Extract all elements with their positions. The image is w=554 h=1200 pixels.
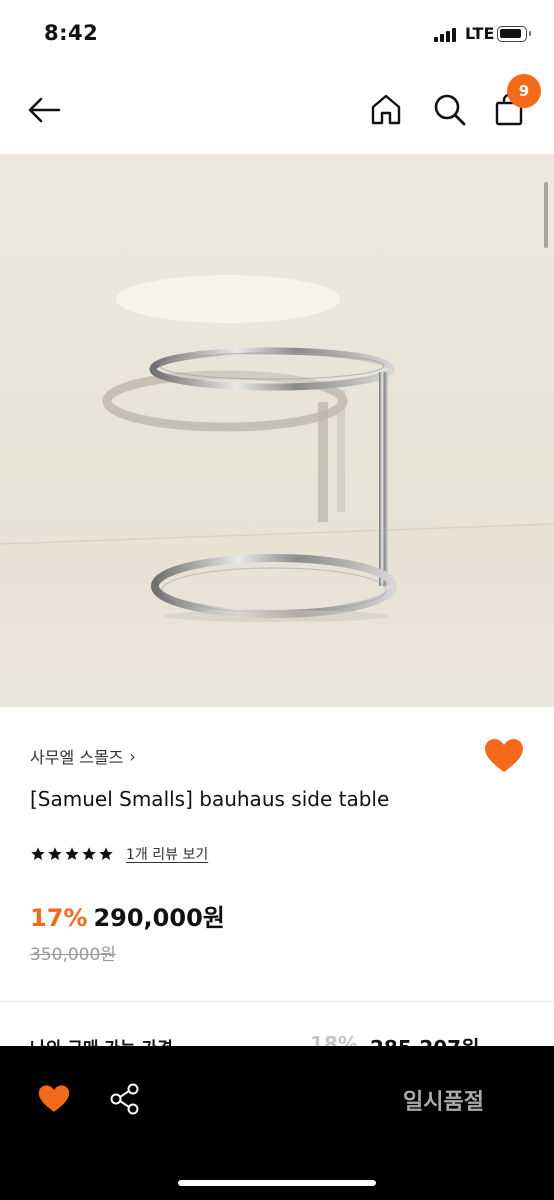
bottom-action-bar: 일시품절 [0, 1046, 554, 1200]
product-image[interactable] [0, 154, 554, 707]
battery-icon [497, 26, 531, 42]
scrollbar-thumb[interactable] [544, 182, 548, 248]
brand-name: 사무엘 스몰즈 [30, 748, 124, 767]
star-icon [31, 847, 45, 860]
star-icon [99, 847, 113, 860]
star-icon [48, 847, 62, 860]
cart-count-badge: 9 [507, 74, 541, 108]
share-icon[interactable] [108, 1082, 142, 1116]
search-icon[interactable] [432, 92, 468, 128]
network-label: LTE [465, 24, 495, 43]
status-bar: 8:42 LTE [0, 0, 554, 66]
home-icon[interactable] [368, 92, 404, 128]
chevron-right-icon: › [129, 746, 136, 766]
back-arrow-icon[interactable] [26, 92, 62, 128]
discount-percent: 17% [30, 904, 88, 932]
rating-row: 1개 리뷰 보기 [30, 844, 208, 864]
signal-icon [434, 28, 458, 42]
battery-level [500, 29, 521, 38]
sale-price: 290,000원 [93, 904, 225, 932]
home-indicator [178, 1180, 376, 1186]
original-price: 350,000원 [30, 945, 116, 965]
app-header: 9 [0, 70, 554, 150]
star-icon [82, 847, 96, 860]
star-icon [65, 847, 79, 860]
wishlist-heart-icon[interactable] [38, 1084, 70, 1114]
price-row: 17% 290,000원 [30, 898, 225, 933]
rating-stars [30, 846, 114, 862]
wishlist-heart-icon[interactable] [484, 738, 524, 774]
status-time: 8:42 [44, 21, 99, 45]
sold-out-button[interactable]: 일시품절 [403, 1084, 484, 1116]
divider [0, 1001, 554, 1002]
product-title: [Samuel Smalls] bauhaus side table [30, 787, 390, 811]
review-link[interactable]: 1개 리뷰 보기 [126, 844, 208, 864]
brand-link[interactable]: 사무엘 스몰즈 › [30, 744, 136, 768]
